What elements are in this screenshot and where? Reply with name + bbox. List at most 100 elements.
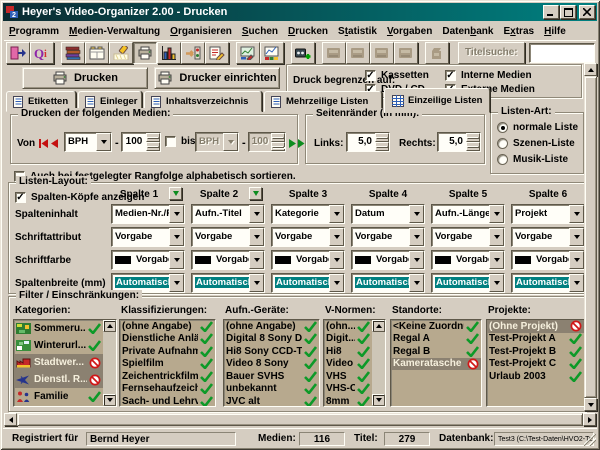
list-item-video-8-sony[interactable]: Video 8 Sony	[224, 358, 319, 371]
column-width-select-col6[interactable]: Automatisch	[511, 273, 585, 293]
spin-down-icon[interactable]	[466, 142, 480, 151]
font-attribute-select-col1[interactable]: Vorgabe	[111, 227, 185, 247]
font-color-select-col4[interactable]: Vorgabe	[351, 250, 425, 270]
list-item-zeichentrickfilm[interactable]: Zeichentrickfilm	[120, 370, 215, 383]
menu-item-statistik[interactable]: Statistik	[333, 24, 382, 39]
list-item-video-8[interactable]: Video 8	[324, 358, 372, 371]
radio-button[interactable]	[497, 122, 508, 133]
list-item-regal-b[interactable]: Regal B	[391, 345, 481, 358]
vertical-scrollbar[interactable]	[584, 63, 597, 411]
dropdown-arrow-icon[interactable]	[329, 251, 344, 269]
print-button-main[interactable]: Drucken	[22, 67, 148, 89]
list-item-winterurl[interactable]: Winterurl...	[14, 337, 103, 354]
list-item-stadtwer[interactable]: Stadtwer...	[14, 354, 103, 371]
scroll-up-button[interactable]	[584, 63, 597, 76]
list-item-ohne-projekt[interactable]: (Ohne Projekt)	[487, 320, 584, 333]
scroll-left-button[interactable]	[4, 413, 17, 426]
list-item-test-projekt-c[interactable]: Test-Projekt C	[487, 358, 584, 371]
tab-einzeilige-listen[interactable]: Einzeilige Listen	[384, 88, 490, 113]
content-select-col3[interactable]: Kategorie	[271, 204, 345, 224]
content-select-col2[interactable]: Aufn.-Titel	[191, 204, 265, 224]
exit-button[interactable]	[6, 42, 30, 64]
font-attribute-select-col5[interactable]: Vorgabe	[431, 227, 505, 247]
menu-item-datenbank[interactable]: Datenbank	[437, 24, 498, 39]
menu-item-organisieren[interactable]: Organisieren	[165, 24, 237, 39]
scrollbar-track[interactable]	[103, 332, 116, 394]
scroll-down-button[interactable]	[103, 394, 116, 406]
list-scrollbar[interactable]	[372, 320, 385, 406]
list-item-digital-8-sony-dc[interactable]: Digital 8 Sony DC...	[224, 333, 319, 346]
font-attribute-select-col6[interactable]: Vorgabe	[511, 227, 585, 247]
statistics-button[interactable]	[157, 42, 181, 64]
content-select-col6[interactable]: Projekt	[511, 204, 585, 224]
from-number-spinner[interactable]: 100	[121, 132, 161, 152]
minimize-button[interactable]	[543, 5, 559, 19]
font-color-select-col2[interactable]: Vorgabe	[191, 250, 265, 270]
list-item-test-projekt-b[interactable]: Test-Projekt B	[487, 345, 584, 358]
dropdown-arrow-icon[interactable]	[409, 228, 424, 246]
dropdown-arrow-icon[interactable]	[489, 205, 504, 223]
checkbox-kassetten[interactable]: ✓Kassetten	[365, 68, 445, 82]
scrollbar-track[interactable]	[372, 332, 385, 394]
scroll-up-button[interactable]	[103, 320, 116, 332]
list-item-familie[interactable]: Familie	[14, 388, 103, 405]
list-item-unbekannt[interactable]: unbekannt	[224, 383, 319, 396]
list-item-hi8-sony-ccd-tr3e[interactable]: Hi8 Sony CCD-TR3E	[224, 345, 319, 358]
list-item-private-aufnahmen[interactable]: Private Aufnahmen	[120, 345, 215, 358]
list-item-hi8[interactable]: Hi8	[324, 345, 372, 358]
bis-checkbox[interactable]: bis	[165, 136, 195, 147]
radio-musik-liste[interactable]: Musik-Liste	[497, 154, 568, 165]
spin-up-icon[interactable]	[146, 133, 160, 142]
column-width-select-col3[interactable]: Automatisch	[271, 273, 345, 293]
list-scrollbar[interactable]	[103, 320, 116, 406]
list-item-8mm[interactable]: 8mm	[324, 395, 372, 406]
rechts-spinner[interactable]: 5,0	[437, 132, 481, 152]
dropdown-arrow-icon[interactable]	[409, 274, 424, 292]
spin-down-icon[interactable]	[375, 142, 389, 151]
column-width-select-col5[interactable]: Automatisch	[431, 273, 505, 293]
step-back-icon[interactable]	[50, 139, 59, 148]
menu-item-suchen[interactable]: Suchen	[237, 24, 283, 39]
dropdown-arrow-icon[interactable]	[569, 205, 584, 223]
radio-button[interactable]	[497, 138, 508, 149]
list-item-sommeru[interactable]: Sommeru...	[14, 320, 103, 337]
close-button[interactable]	[579, 5, 595, 19]
radio-normale-liste[interactable]: normale Liste	[497, 122, 578, 133]
content-select-col1[interactable]: Medien-Nr./Pos.	[111, 204, 185, 224]
dropdown-arrow-icon[interactable]	[169, 251, 184, 269]
checkbox-interne-medien[interactable]: ✓Interne Medien	[445, 68, 545, 82]
list-item-test-projekt-a[interactable]: Test-Projekt A	[487, 333, 584, 346]
checkbox-box[interactable]: ✓	[445, 70, 456, 81]
menu-item-programm[interactable]: Programm	[4, 24, 64, 39]
defaults-button[interactable]	[181, 42, 205, 64]
links-spinner[interactable]: 5,0	[346, 132, 390, 152]
list-item-dienstliche-anlässe[interactable]: Dienstliche Anlässe	[120, 333, 215, 346]
dropdown-arrow-icon[interactable]	[489, 274, 504, 292]
list-item-spielfilm[interactable]: Spielfilm	[120, 358, 215, 371]
dropdown-arrow-icon[interactable]	[489, 228, 504, 246]
vertical-scrollbar-thumb[interactable]	[584, 76, 597, 398]
content-select-col4[interactable]: Datum	[351, 204, 425, 224]
radio-szenen-liste[interactable]: Szenen-Liste	[497, 138, 575, 149]
font-color-select-col6[interactable]: Vorgabe	[511, 250, 585, 270]
chart-color-button[interactable]	[260, 42, 284, 64]
font-attribute-select-col4[interactable]: Vorgabe	[351, 227, 425, 247]
maximize-button[interactable]	[560, 5, 576, 19]
dropdown-arrow-icon[interactable]	[569, 251, 584, 269]
organize-button[interactable]	[85, 42, 109, 64]
content-select-col5[interactable]: Aufn.-Länge	[431, 204, 505, 224]
scroll-down-button[interactable]	[372, 394, 385, 406]
menu-item-extras[interactable]: Extras	[498, 24, 539, 39]
dropdown-arrow-icon[interactable]	[409, 251, 424, 269]
scroll-up-button[interactable]	[372, 320, 385, 332]
list-item-urlaub-2003[interactable]: Urlaub 2003	[487, 370, 584, 383]
printer-setup-button[interactable]: Drucker einrichten	[154, 67, 280, 89]
list-item-digit[interactable]: Digit...	[324, 333, 372, 346]
spin-down-icon[interactable]	[146, 142, 160, 151]
font-color-select-col1[interactable]: Vorgabe	[111, 250, 185, 270]
list-item-keine-zuordnu[interactable]: <Keine Zuordnu...	[391, 320, 481, 333]
column-sort-dropdown-button[interactable]	[169, 187, 182, 200]
horizontal-scrollbar-thumb[interactable]	[17, 413, 583, 426]
list-item-jvc-alt[interactable]: JVC alt	[224, 395, 319, 406]
font-color-select-col3[interactable]: Vorgabe	[271, 250, 345, 270]
